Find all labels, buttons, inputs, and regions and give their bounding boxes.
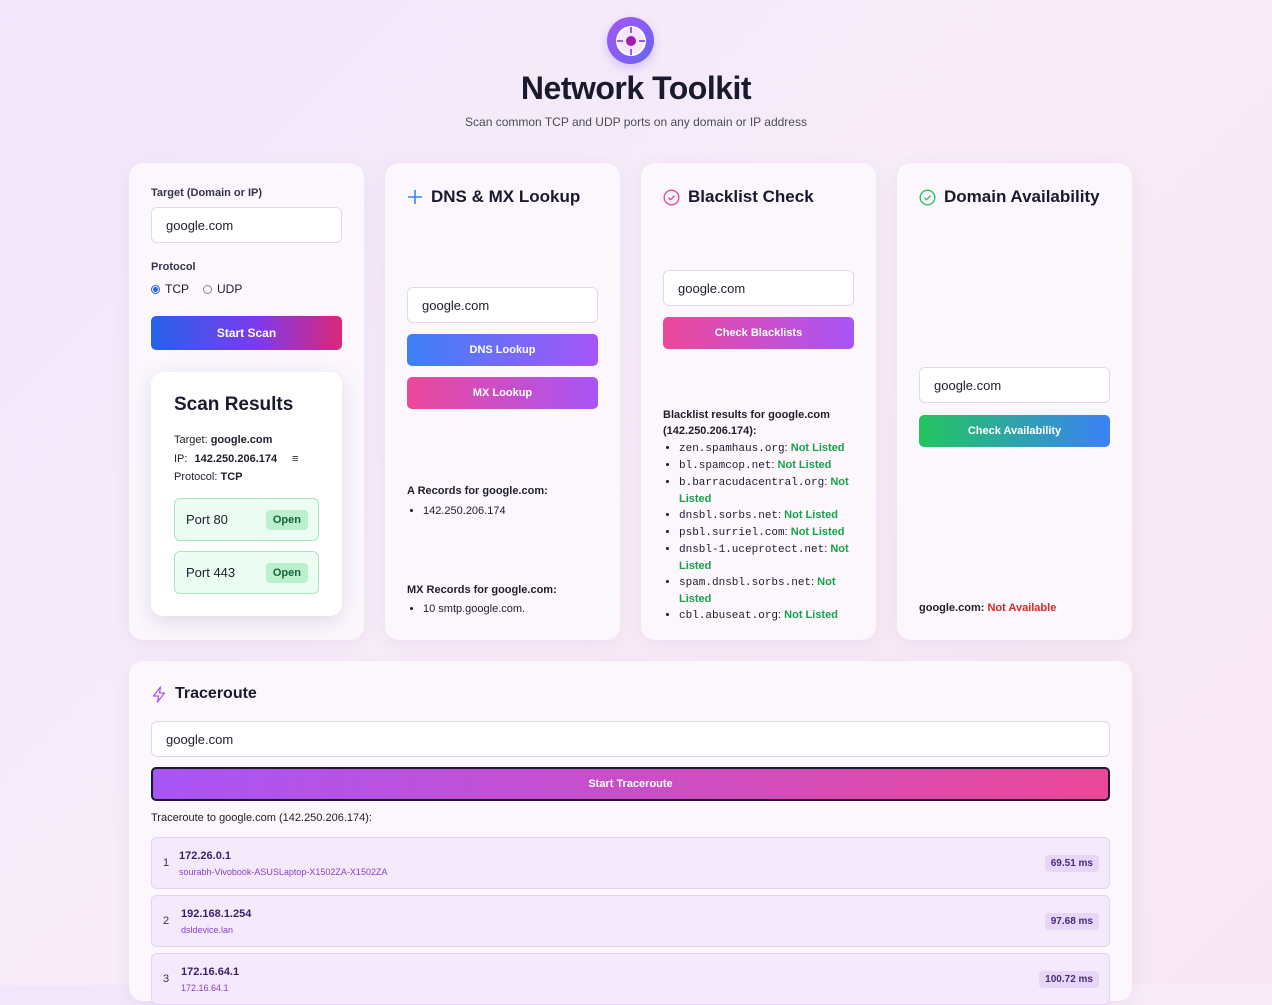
hop-latency-badge: 100.72 ms <box>1039 971 1099 988</box>
a-record-item: 142.250.206.174 <box>423 503 614 519</box>
port-scanner-card: Target (Domain or IP) google.com Protoco… <box>129 163 364 640</box>
hop-number: 2 <box>163 915 170 927</box>
list-item: zen.spamhaus.org: Not Listed <box>679 440 869 457</box>
mx-lookup-button[interactable]: MX Lookup <box>407 377 598 409</box>
mx-record-item: 10 smtp.google.com. <box>423 601 614 617</box>
blacklist-results-label: Blacklist results for google.com (142.25… <box>663 409 830 437</box>
dns-lookup-button[interactable]: DNS Lookup <box>407 334 598 366</box>
traceroute-card-title: Traceroute <box>151 685 257 703</box>
availability-input[interactable]: google.com <box>919 367 1110 403</box>
scan-results-panel: Scan Results Target: google.com IP: 142.… <box>151 372 342 616</box>
result-ip-row: IP: 142.250.206.174 ≡ <box>174 453 299 465</box>
hop-ip: 172.26.0.1 <box>179 850 231 862</box>
dns-mx-card: DNS & MX Lookup google.com DNS Lookup MX… <box>385 163 620 640</box>
traceroute-hop: 3 172.16.64.1 172.16.64.1 100.72 ms <box>151 953 1110 1005</box>
hop-number: 1 <box>163 857 170 869</box>
mx-records-list: 10 smtp.google.com. <box>407 601 614 617</box>
traceroute-result-label: Traceroute to google.com (142.250.206.17… <box>151 812 372 824</box>
protocol-radio-group: TCP UDP <box>151 282 242 296</box>
radio-tcp[interactable] <box>151 284 160 294</box>
hop-ip: 172.16.64.1 <box>181 966 240 978</box>
hop-host: dsldevice.lan <box>181 925 234 935</box>
target-icon <box>615 25 646 56</box>
result-protocol-row: Protocol: TCP <box>174 471 243 483</box>
port-label: Port 80 <box>186 512 228 527</box>
availability-card-title: Domain Availability <box>919 187 1100 207</box>
result-protocol-value: TCP <box>220 471 243 483</box>
list-item: dnsbl-1.uceprotect.net: Not Listed <box>679 541 869 574</box>
protocol-label: Protocol <box>151 261 196 273</box>
port-label: Port 443 <box>186 565 236 580</box>
menu-icon[interactable]: ≡ <box>292 453 298 465</box>
hop-host: sourabh-Vivobook-ASUSLaptop-X1502ZA-X150… <box>179 867 388 877</box>
port-status-badge: Open <box>265 562 308 583</box>
blacklist-input[interactable]: google.com <box>663 270 854 306</box>
hop-ip: 192.168.1.254 <box>181 908 252 920</box>
list-item: b.barracudacentral.org: Not Listed <box>679 474 869 507</box>
result-target-row: Target: google.com <box>174 434 273 446</box>
blacklist-card-title: Blacklist Check <box>663 187 814 207</box>
blacklist-results-list: zen.spamhaus.org: Not Listed bl.spamcop.… <box>663 440 869 624</box>
check-blacklists-button[interactable]: Check Blacklists <box>663 317 854 349</box>
plus-icon <box>408 190 422 204</box>
target-input[interactable]: google.com <box>151 207 342 243</box>
check-circle-icon <box>919 188 936 206</box>
list-item: psbl.surriel.com: Not Listed <box>679 524 869 541</box>
hop-number: 3 <box>163 973 170 985</box>
scan-results-title: Scan Results <box>174 394 294 415</box>
blacklist-card: Blacklist Check google.com Check Blackli… <box>641 163 876 640</box>
result-ip-value: 142.250.206.174 <box>194 453 278 465</box>
start-traceroute-button[interactable]: Start Traceroute <box>151 767 1110 801</box>
traceroute-hop: 1 172.26.0.1 sourabh-Vivobook-ASUSLaptop… <box>151 837 1110 889</box>
list-item: dnsbl.sorbs.net: Not Listed <box>679 507 869 524</box>
availability-result-domain: google.com: <box>919 602 985 614</box>
port-result-item: Port 443 Open <box>174 551 319 594</box>
check-circle-icon <box>663 188 680 206</box>
target-label: Target (Domain or IP) <box>151 187 263 199</box>
hop-latency-badge: 97.68 ms <box>1044 913 1099 930</box>
start-scan-button[interactable]: Start Scan <box>151 316 342 350</box>
mx-records-label: MX Records for google.com: <box>407 584 557 596</box>
check-availability-button[interactable]: Check Availability <box>919 415 1110 447</box>
dns-input[interactable]: google.com <box>407 287 598 323</box>
dns-card-title: DNS & MX Lookup <box>407 187 580 207</box>
list-item: cbl.abuseat.org: Not Listed <box>679 607 869 624</box>
protocol-option-tcp-label: TCP <box>165 282 189 296</box>
a-records-list: 142.250.206.174 <box>407 503 614 519</box>
domain-availability-card: Domain Availability google.com Check Ava… <box>897 163 1132 640</box>
protocol-option-udp-label: UDP <box>217 282 243 296</box>
port-result-item: Port 80 Open <box>174 498 319 541</box>
radio-udp[interactable] <box>203 284 212 294</box>
availability-status: Not Available <box>987 602 1057 614</box>
availability-result: google.com: Not Available <box>919 602 1056 614</box>
traceroute-input[interactable]: google.com <box>151 721 1110 757</box>
list-item: spam.dnsbl.sorbs.net: Not Listed <box>679 574 869 607</box>
result-target-value: google.com <box>210 434 273 446</box>
page-title: Network Toolkit <box>520 70 752 106</box>
protocol-option-udp[interactable]: UDP <box>203 282 242 296</box>
protocol-option-tcp[interactable]: TCP <box>151 282 189 296</box>
traceroute-card: Traceroute google.com Start Traceroute T… <box>129 661 1132 1005</box>
port-status-badge: Open <box>265 509 308 530</box>
app-logo <box>607 17 654 64</box>
hop-latency-badge: 69.51 ms <box>1044 855 1099 872</box>
page-subtitle: Scan common TCP and UDP ports on any dom… <box>465 115 807 129</box>
bolt-icon <box>152 685 166 703</box>
list-item: bl.spamcop.net: Not Listed <box>679 457 869 474</box>
a-records-label: A Records for google.com: <box>407 485 548 497</box>
traceroute-hop: 2 192.168.1.254 dsldevice.lan 97.68 ms <box>151 895 1110 947</box>
